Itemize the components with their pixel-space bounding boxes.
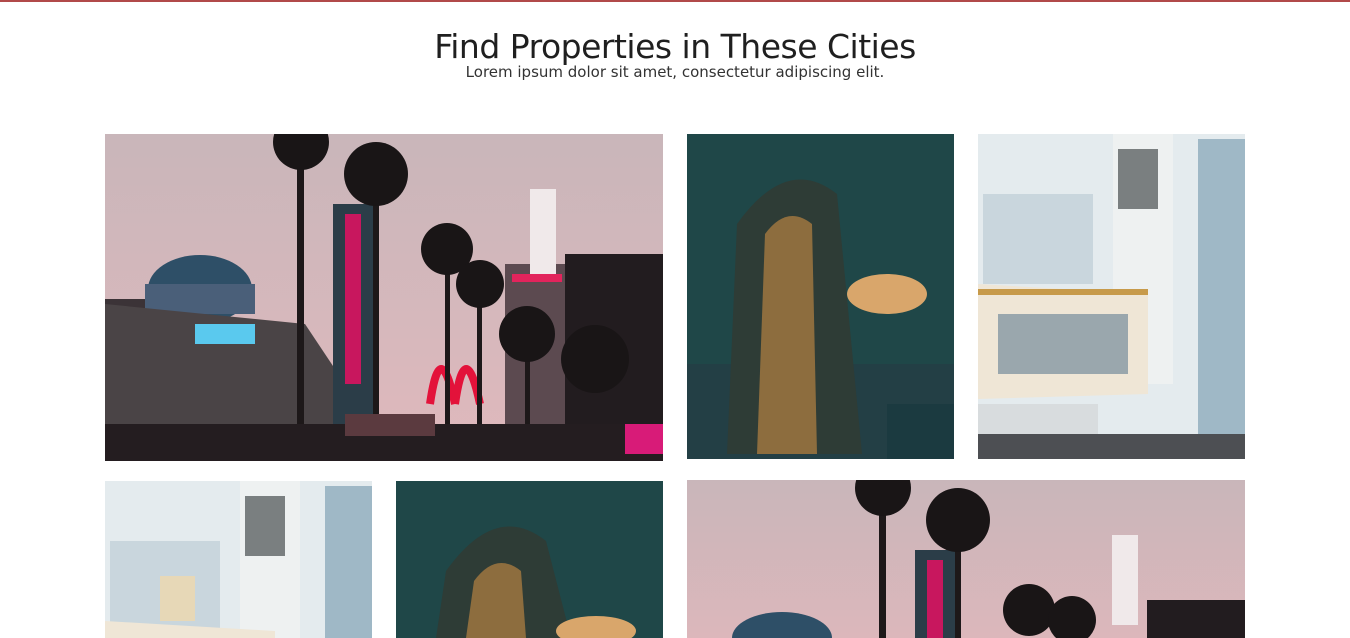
top-accent-bar [0,0,1350,2]
downtown-corner-image [978,134,1245,459]
city-card-hollywood[interactable] [105,134,663,461]
city-card-downtown[interactable] [978,134,1245,459]
section-subtitle: Lorem ipsum dolor sit amet, consectetur … [465,63,885,81]
city-card-hollywood-2[interactable] [687,480,1245,638]
tower-at-dusk-image [687,134,954,459]
downtown-corner-image [105,481,372,638]
hollywood-street-image [105,134,663,461]
city-card-downtown-2[interactable] [105,481,372,638]
city-card-tower-2[interactable] [396,481,663,638]
tower-at-dusk-image [396,481,663,638]
city-card-tower[interactable] [687,134,954,459]
hollywood-street-image [687,480,1245,638]
